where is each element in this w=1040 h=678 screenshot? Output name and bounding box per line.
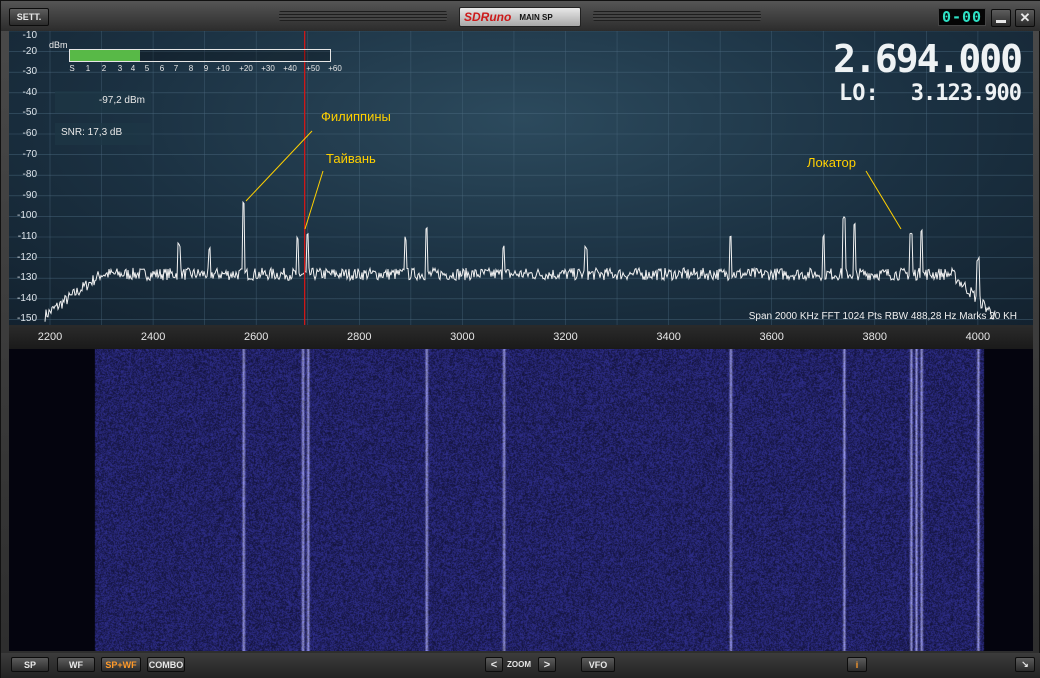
- s-meter-tick: S: [69, 64, 75, 73]
- x-tick-label: 3200: [553, 331, 578, 343]
- y-tick-label: -130: [16, 272, 37, 284]
- close-button[interactable]: ✕: [1015, 9, 1035, 27]
- minimize-button[interactable]: [991, 9, 1011, 27]
- sdr-window: SETT. SDRuno MAIN SP 0-00 ✕ dBm S 1 2 34567…: [0, 0, 1040, 678]
- lo-frequency-display[interactable]: 3.123.900: [911, 81, 1022, 106]
- x-tick-label: 2600: [243, 331, 269, 343]
- s-meter-tick: 8: [188, 64, 194, 73]
- x-tick-label: 3800: [862, 331, 888, 343]
- s-meter-tick: +60: [328, 64, 342, 73]
- x-tick-label: 3400: [656, 331, 681, 343]
- minimize-icon: [996, 19, 1006, 23]
- x-tick-label: 4000: [965, 331, 991, 343]
- s-meter-tick: 4: [130, 64, 136, 73]
- resize-arrow-icon: ↘: [1021, 659, 1029, 669]
- sp-wf-mode-button[interactable]: SP+WF: [101, 657, 141, 672]
- spectrum-panel[interactable]: dBm S 1 2 3 4 5 6 7 8 9 +10 +20 +30 +40 +50 +60 -97,2 d…: [9, 31, 1033, 325]
- y-tick-label: -20: [22, 45, 37, 57]
- signal-level-readout: -97,2 dBm: [55, 91, 151, 113]
- zoom-in-button[interactable]: >: [538, 657, 556, 672]
- waterfall-panel[interactable]: [9, 349, 1033, 651]
- dbm-unit-label: dBm: [49, 40, 68, 50]
- waterfall-canvas[interactable]: [9, 349, 1033, 651]
- s-meter-tick: +50: [306, 64, 320, 73]
- annotation-line-locator: [865, 170, 902, 230]
- s-meter-tick: 1: [85, 64, 91, 73]
- s-meter: [69, 49, 331, 62]
- combo-mode-button[interactable]: COMBO: [147, 657, 185, 672]
- sp-mode-button[interactable]: SP: [11, 657, 49, 672]
- s-meter-tick: 7: [173, 64, 179, 73]
- bottom-toolbar: SP WF SP+WF COMBO < ZOOM > VFO i ↘: [1, 653, 1040, 678]
- title-plate: SDRuno MAIN SP: [459, 7, 581, 27]
- y-tick-label: -90: [22, 189, 37, 201]
- annotation-locator: Локатор: [807, 155, 856, 170]
- title-bar[interactable]: SETT. SDRuno MAIN SP 0-00 ✕: [1, 1, 1040, 31]
- zoom-label: ZOOM: [507, 660, 531, 669]
- frequency-display[interactable]: 2.694.000: [833, 37, 1023, 81]
- info-button[interactable]: i: [847, 657, 867, 672]
- s-meter-tick: +40: [283, 64, 297, 73]
- drag-grip-right[interactable]: [593, 11, 761, 21]
- x-tick-label: 2800: [347, 331, 372, 343]
- x-tick-label: 2200: [37, 331, 63, 343]
- y-tick-label: -140: [16, 292, 37, 304]
- settings-button[interactable]: SETT.: [9, 8, 49, 26]
- annotation-taiwan: Тайвань: [326, 151, 376, 166]
- x-tick-label: 3000: [450, 331, 475, 343]
- y-tick-label: -80: [22, 169, 37, 181]
- y-axis-labels: -10 -20 -30 -40 -50 -60 -70 -80 -90 -100 -110 -120 -…: [9, 31, 39, 325]
- y-tick-label: -110: [17, 231, 37, 242]
- s-meter-tick: 3: [117, 64, 123, 73]
- s-meter-tick: 6: [159, 64, 165, 73]
- wf-mode-button[interactable]: WF: [57, 657, 95, 672]
- y-tick-label: -40: [22, 86, 37, 98]
- y-tick-label: -120: [16, 251, 37, 263]
- spectrum-status-line: Span 2000 KHz FFT 1024 Pts RBW 488,28 Hz…: [748, 311, 1017, 322]
- drag-grip-left[interactable]: [279, 11, 447, 21]
- y-tick-label: -60: [22, 128, 37, 139]
- s-meter-tick: 2: [101, 64, 107, 73]
- snr-readout: SNR: 17,3 dB: [55, 123, 151, 145]
- brand-logo: SDRuno: [464, 10, 512, 24]
- spectrum-trace: [44, 200, 996, 322]
- x-tick-label: 2400: [140, 331, 166, 343]
- y-tick-label: -100: [16, 210, 37, 222]
- y-tick-label: -50: [22, 107, 37, 119]
- y-tick-label: -10: [22, 30, 37, 41]
- s-meter-tick: 5: [144, 64, 150, 73]
- frequency-axis[interactable]: 2200 2400 2600 2800 3000 3200 3400 3600 3800 4000: [9, 325, 1033, 349]
- window-title: MAIN SP: [519, 12, 553, 22]
- s-meter-tick: +20: [239, 64, 253, 73]
- s-meter-tick: +10: [216, 64, 230, 73]
- expand-button[interactable]: ↘: [1015, 657, 1035, 672]
- y-tick-label: -30: [22, 66, 37, 78]
- lo-label: LO:: [839, 81, 879, 106]
- close-icon: ✕: [1019, 10, 1031, 25]
- zoom-out-button[interactable]: <: [485, 657, 503, 672]
- s-meter-tick: +30: [261, 64, 275, 73]
- y-tick-label: -70: [22, 148, 37, 160]
- vfo-button[interactable]: VFO: [581, 657, 615, 672]
- annotation-philippines: Филиппины: [321, 109, 391, 124]
- y-tick-label: -150: [16, 313, 37, 325]
- x-tick-label: 3600: [759, 331, 784, 343]
- s-meter-fill: [70, 50, 141, 61]
- window-index-display: 0-00: [938, 8, 986, 26]
- s-meter-tick: 9: [203, 64, 209, 73]
